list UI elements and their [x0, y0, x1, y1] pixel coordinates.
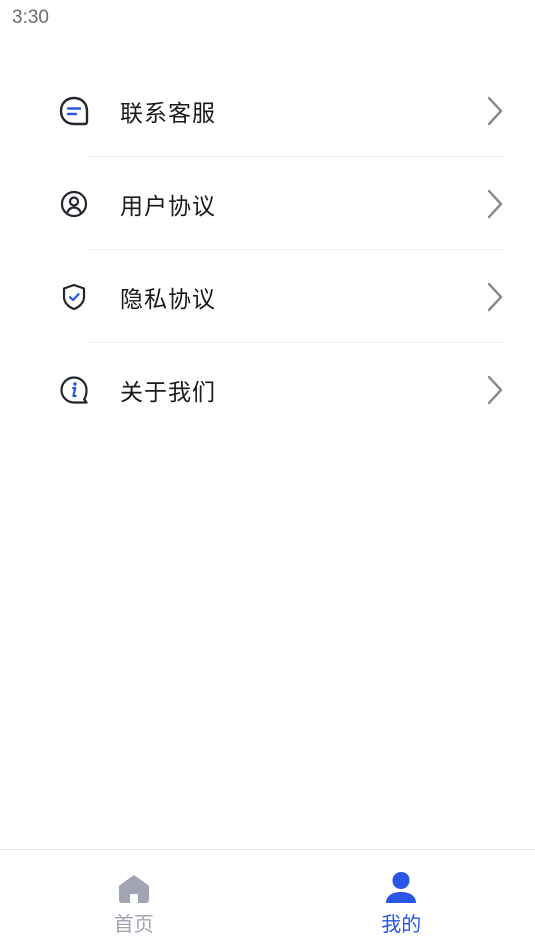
menu-item-label: 关于我们: [120, 379, 216, 406]
tab-label: 首页: [113, 912, 154, 936]
home-icon: [118, 875, 149, 903]
shield-check-icon: [62, 283, 86, 310]
status-bar: 3:30: [0, 0, 535, 40]
menu-item-label: 用户协议: [120, 193, 216, 220]
message-icon: [59, 96, 89, 125]
chevron-right-icon: [487, 189, 503, 218]
chevron-right-icon: [487, 375, 503, 404]
tab-home[interactable]: 首页: [0, 850, 268, 951]
user-icon: [386, 872, 417, 903]
menu-list: 联系客服 用户协议 隐私协议 关于我们: [0, 64, 535, 436]
info-icon: [60, 375, 88, 404]
tab-label: 我的: [381, 912, 422, 936]
menu-item-contact-service[interactable]: 联系客服: [0, 64, 535, 157]
menu-item-label: 联系客服: [120, 100, 216, 127]
menu-item-user-agreement[interactable]: 用户协议: [0, 157, 535, 250]
chevron-right-icon: [487, 96, 503, 125]
menu-item-label: 隐私协议: [120, 286, 216, 313]
chevron-right-icon: [487, 282, 503, 311]
status-time: 3:30: [12, 7, 49, 28]
bottom-tab-bar: 首页 我的: [0, 849, 535, 951]
menu-item-about-us[interactable]: 关于我们: [0, 343, 535, 436]
menu-item-privacy-agreement[interactable]: 隐私协议: [0, 250, 535, 343]
tab-mine[interactable]: 我的: [268, 850, 535, 951]
user-circle-icon: [60, 190, 88, 217]
